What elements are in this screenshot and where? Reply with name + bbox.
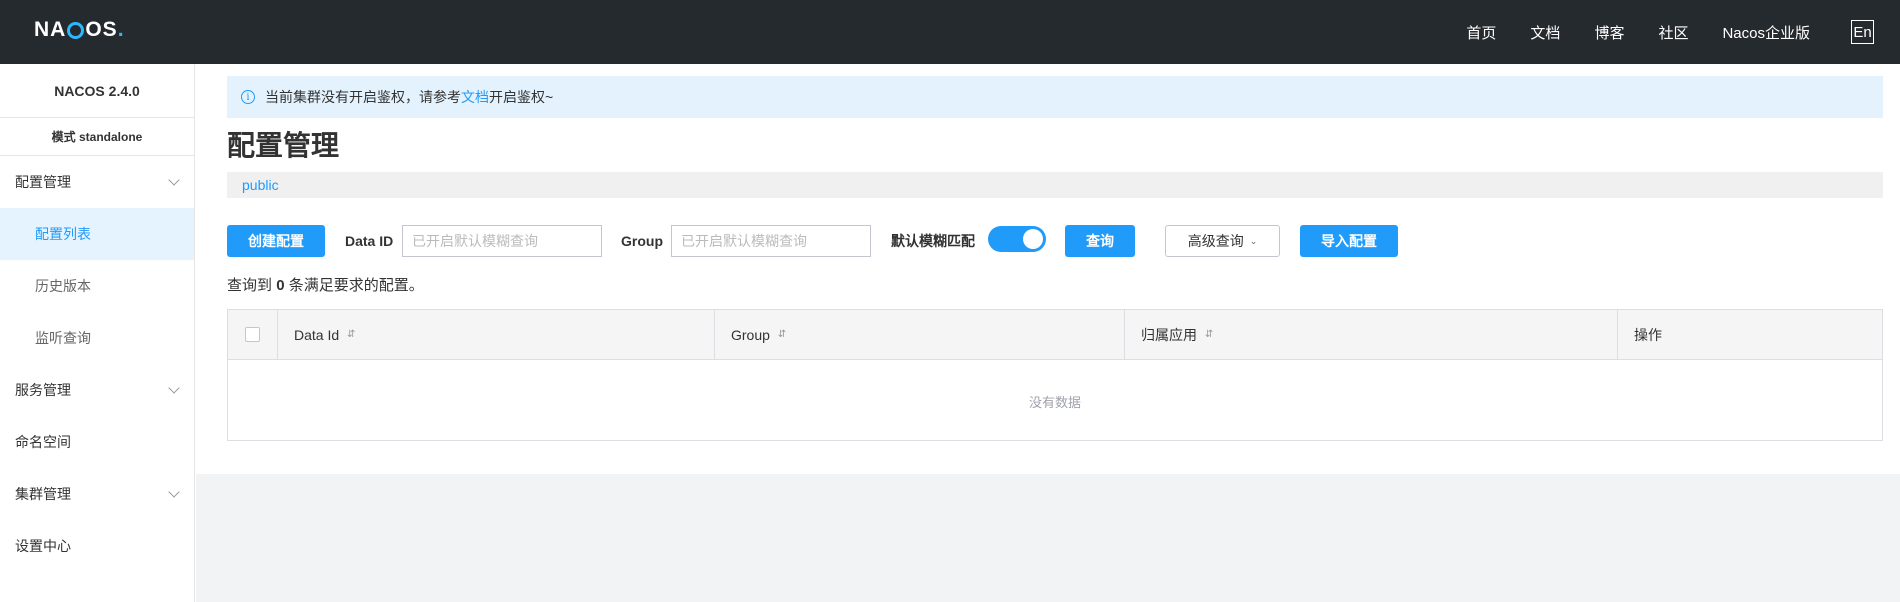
column-group[interactable]: Group ⇵ [715,310,1125,359]
sidebar-item-label: 监听查询 [35,330,91,346]
sidebar-item-label: 集群管理 [15,486,71,502]
main-background [196,474,1900,602]
version-label: NACOS 2.4.0 [0,64,194,118]
sidebar-item-label: 服务管理 [15,382,71,398]
chevron-down-icon [168,486,180,498]
sidebar-item-label: 配置管理 [15,174,71,190]
sidebar-item-label: 设置中心 [15,538,71,554]
sidebar-item-cluster-management[interactable]: 集群管理 [0,468,194,520]
sidebar-item-settings[interactable]: 设置中心 [0,520,194,572]
create-config-button[interactable]: 创建配置 [227,225,325,257]
import-config-button[interactable]: 导入配置 [1300,225,1398,257]
chevron-down-icon [168,382,180,394]
fuzzy-match-label: 默认模糊匹配 [891,233,975,249]
info-icon: i [241,90,255,104]
data-id-label: Data ID [345,233,394,249]
query-toolbar: 创建配置 Data ID 已开启默认模糊查询 Group 已开启默认模糊查询 默… [227,225,1883,257]
sidebar-item-config-management[interactable]: 配置管理 [0,156,194,208]
result-summary: 查询到 0 条满足要求的配置。 [227,277,424,294]
empty-state: 没有数据 [1028,394,1081,410]
sidebar-item-label: 历史版本 [35,278,91,294]
docs-link[interactable]: 文档 [461,87,489,107]
top-header: NA OS. 首页 文档 博客 社区 Nacos企业版 En [0,0,1900,64]
advanced-query-button[interactable]: 高级查询 ⌄ [1165,225,1280,257]
nav-docs[interactable]: 文档 [1530,22,1560,43]
data-id-input[interactable]: 已开启默认模糊查询 [402,225,602,257]
toggle-knob [1023,229,1043,249]
page-title: 配置管理 [227,130,340,161]
auth-notice: i 当前集群没有开启鉴权，请参考 文档 开启鉴权~ [227,76,1883,118]
language-toggle-button[interactable]: En [1851,20,1874,44]
table-header: Data Id ⇵ Group ⇵ 归属应用 ⇵ 操作 [228,310,1882,360]
select-all-cell [228,310,278,359]
nacos-logo[interactable]: NA OS. [34,18,125,42]
column-app[interactable]: 归属应用 ⇵ [1125,310,1618,359]
sort-icon[interactable]: ⇵ [347,329,355,340]
column-actions: 操作 [1634,326,1662,343]
sidebar-item-service-management[interactable]: 服务管理 [0,364,194,416]
sidebar-item-config-list[interactable]: 配置列表 [0,208,194,260]
chevron-down-icon: ⌄ [1249,235,1258,246]
sidebar-item-label: 命名空间 [15,434,71,450]
group-input[interactable]: 已开启默认模糊查询 [671,225,871,257]
fuzzy-match-toggle[interactable] [988,226,1046,252]
column-data-id[interactable]: Data Id ⇵ [278,310,715,359]
namespace-bar: public [227,172,1883,198]
sidebar-item-namespace[interactable]: 命名空间 [0,416,194,468]
nav-enterprise[interactable]: Nacos企业版 [1722,22,1810,43]
namespace-public[interactable]: public [242,177,279,193]
nav-blog[interactable]: 博客 [1594,22,1624,43]
sidebar-item-label: 配置列表 [35,226,91,242]
sidebar-item-listener-query[interactable]: 监听查询 [0,312,194,364]
select-all-checkbox[interactable] [245,327,260,342]
mode-label: 模式 standalone [0,118,194,156]
group-label: Group [621,233,663,249]
sidebar: NACOS 2.4.0 模式 standalone 配置管理 配置列表 历史版本… [0,64,195,602]
sort-icon[interactable]: ⇵ [1205,329,1213,340]
chevron-down-icon [168,174,180,186]
query-button[interactable]: 查询 [1065,225,1135,257]
config-table: Data Id ⇵ Group ⇵ 归属应用 ⇵ 操作 没有数据 [227,309,1883,441]
result-count: 0 [276,277,285,294]
nav-home[interactable]: 首页 [1466,22,1496,43]
top-nav: 首页 文档 博客 社区 Nacos企业版 En [1466,0,1900,64]
nav-community[interactable]: 社区 [1658,22,1688,43]
sidebar-item-history[interactable]: 历史版本 [0,260,194,312]
sort-icon[interactable]: ⇵ [778,329,786,340]
logo-ring-icon [67,21,85,39]
